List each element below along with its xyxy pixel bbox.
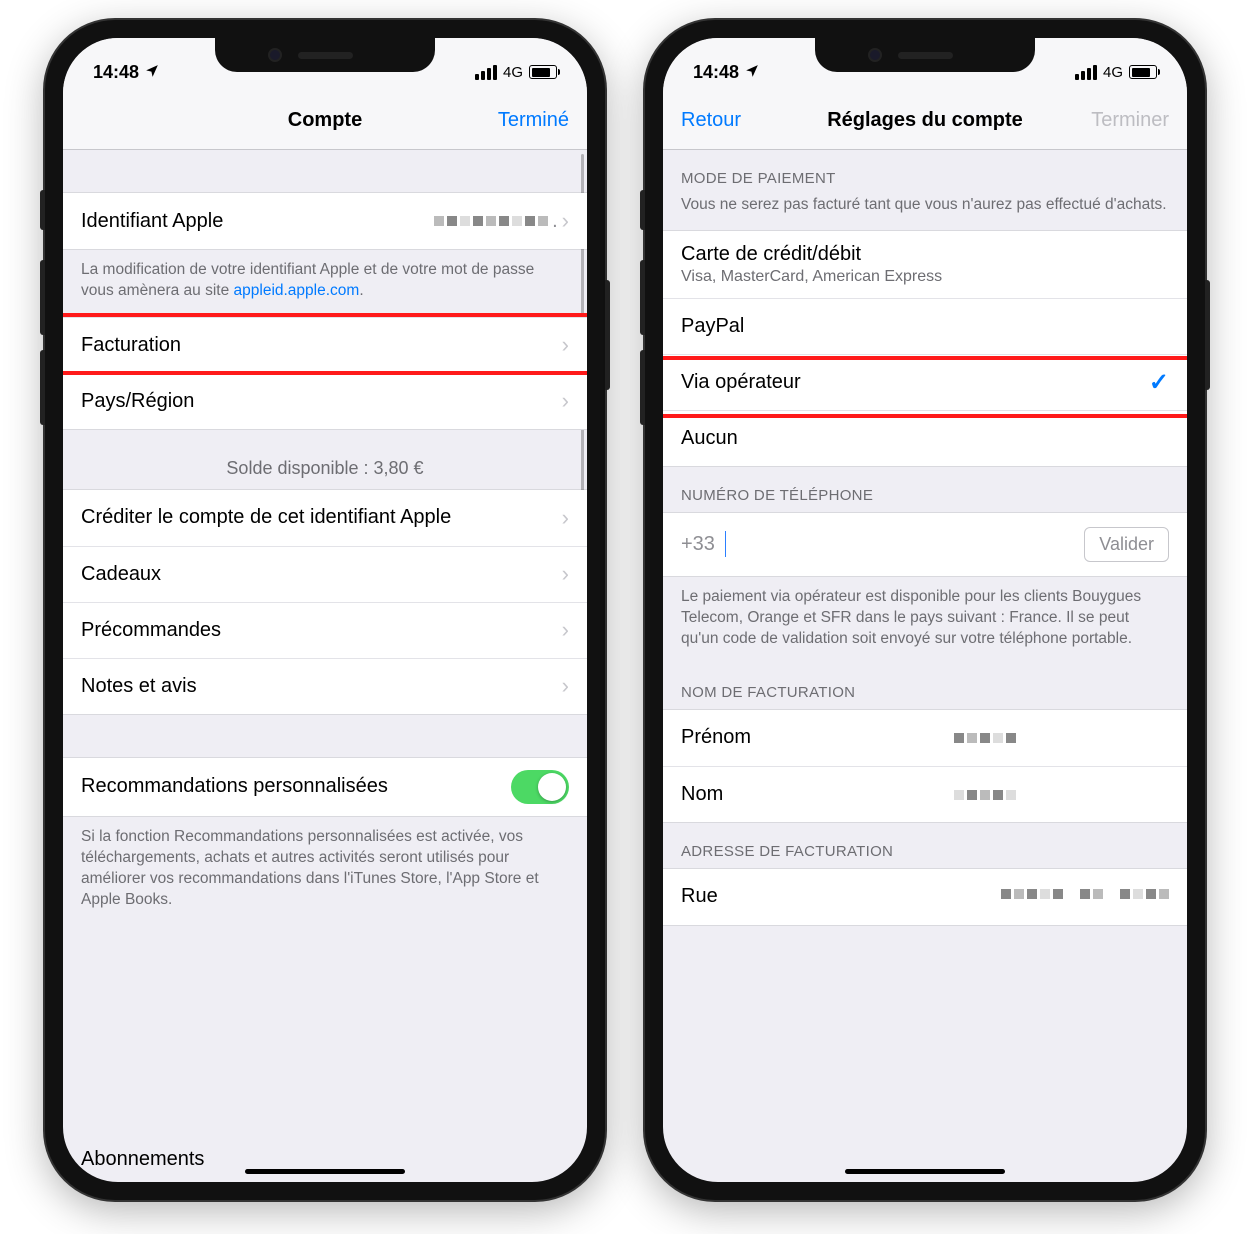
aucun-row[interactable]: Aucun xyxy=(663,410,1187,466)
prenom-value-redacted xyxy=(954,733,1016,743)
rue-value-redacted xyxy=(1001,889,1169,912)
home-indicator[interactable] xyxy=(845,1169,1005,1174)
balance-label: Solde disponible : 3,80 € xyxy=(63,430,587,489)
battery-icon xyxy=(1129,65,1157,79)
apple-id-value-redacted xyxy=(434,216,548,226)
phone-input-row[interactable]: +33 Valider xyxy=(663,513,1187,576)
chevron-right-icon: › xyxy=(562,332,569,358)
volume-up[interactable] xyxy=(40,260,45,335)
side-button[interactable] xyxy=(605,280,610,390)
content-scroll[interactable]: Identifiant Apple . › La modification de… xyxy=(63,150,587,1182)
chevron-right-icon: › xyxy=(562,208,569,234)
nav-title: Compte xyxy=(181,109,469,132)
signal-icon xyxy=(475,65,497,80)
side-button[interactable] xyxy=(1205,280,1210,390)
status-time: 14:48 xyxy=(693,62,739,83)
apple-id-label: Identifiant Apple xyxy=(81,210,223,233)
cadeaux-row[interactable]: Cadeaux › xyxy=(63,546,587,602)
volume-down[interactable] xyxy=(640,350,645,425)
telephone-note: Le paiement via opérateur est disponible… xyxy=(663,577,1187,664)
mode-paiement-header: MODE DE PAIEMENT xyxy=(663,150,1187,195)
pays-region-row[interactable]: Pays/Région › xyxy=(63,373,587,429)
chevron-right-icon: › xyxy=(562,673,569,699)
done-button[interactable]: Terminé xyxy=(469,109,569,132)
navbar: Compte Terminé xyxy=(63,92,587,150)
mute-switch[interactable] xyxy=(640,190,645,230)
chevron-right-icon: › xyxy=(562,388,569,414)
appleid-link[interactable]: appleid.apple.com xyxy=(234,282,360,299)
toggle-switch[interactable] xyxy=(511,770,569,804)
status-time: 14:48 xyxy=(93,62,139,83)
crediter-row[interactable]: Créditer le compte de cet identifiant Ap… xyxy=(63,490,587,546)
via-operateur-row[interactable]: Via opérateur ✓ xyxy=(663,354,1187,410)
rue-row[interactable]: Rue xyxy=(663,869,1187,925)
phone-right: 14:48 4G Retour Réglages du compte Termi… xyxy=(645,20,1205,1200)
telephone-header: NUMÉRO DE TÉLÉPHONE xyxy=(663,467,1187,512)
apple-id-row[interactable]: Identifiant Apple . › xyxy=(63,193,587,249)
content-scroll[interactable]: MODE DE PAIEMENT Vous ne serez pas factu… xyxy=(663,150,1187,1182)
credit-card-row[interactable]: Carte de crédit/débit Visa, MasterCard, … xyxy=(663,231,1187,298)
recommendations-row[interactable]: Recommandations personnalisées xyxy=(63,758,587,816)
signal-icon xyxy=(1075,65,1097,80)
mode-paiement-note: Vous ne serez pas facturé tant que vous … xyxy=(663,195,1187,230)
back-button[interactable]: Retour xyxy=(681,109,781,132)
notch xyxy=(215,38,435,72)
nom-facturation-header: NOM DE FACTURATION xyxy=(663,664,1187,709)
valider-button[interactable]: Valider xyxy=(1084,527,1169,562)
paypal-row[interactable]: PayPal xyxy=(663,298,1187,354)
phone-left: 14:48 4G Compte Terminé Identifiant Appl… xyxy=(45,20,605,1200)
nom-value-redacted xyxy=(954,790,1016,800)
chevron-right-icon: › xyxy=(562,505,569,531)
location-icon xyxy=(145,62,159,83)
notch xyxy=(815,38,1035,72)
nav-title: Réglages du compte xyxy=(781,109,1069,132)
prenom-row[interactable]: Prénom xyxy=(663,710,1187,766)
checkmark-icon: ✓ xyxy=(1149,368,1169,397)
mute-switch[interactable] xyxy=(40,190,45,230)
chevron-right-icon: › xyxy=(562,617,569,643)
adresse-facturation-header: ADRESSE DE FACTURATION xyxy=(663,823,1187,868)
home-indicator[interactable] xyxy=(245,1169,405,1174)
network-label: 4G xyxy=(503,64,523,81)
recos-note: Si la fonction Recommandations personnal… xyxy=(63,817,587,925)
location-icon xyxy=(745,62,759,83)
volume-down[interactable] xyxy=(40,350,45,425)
facturation-row[interactable]: Facturation › xyxy=(63,317,587,373)
chevron-right-icon: › xyxy=(562,561,569,587)
terminer-button[interactable]: Terminer xyxy=(1069,109,1169,132)
phone-prefix: +33 xyxy=(681,531,726,557)
battery-icon xyxy=(529,65,557,79)
notes-avis-row[interactable]: Notes et avis › xyxy=(63,658,587,714)
navbar: Retour Réglages du compte Terminer xyxy=(663,92,1187,150)
apple-id-note: La modification de votre identifiant App… xyxy=(63,250,587,316)
nom-row[interactable]: Nom xyxy=(663,766,1187,822)
network-label: 4G xyxy=(1103,64,1123,81)
precommandes-row[interactable]: Précommandes › xyxy=(63,602,587,658)
volume-up[interactable] xyxy=(640,260,645,335)
